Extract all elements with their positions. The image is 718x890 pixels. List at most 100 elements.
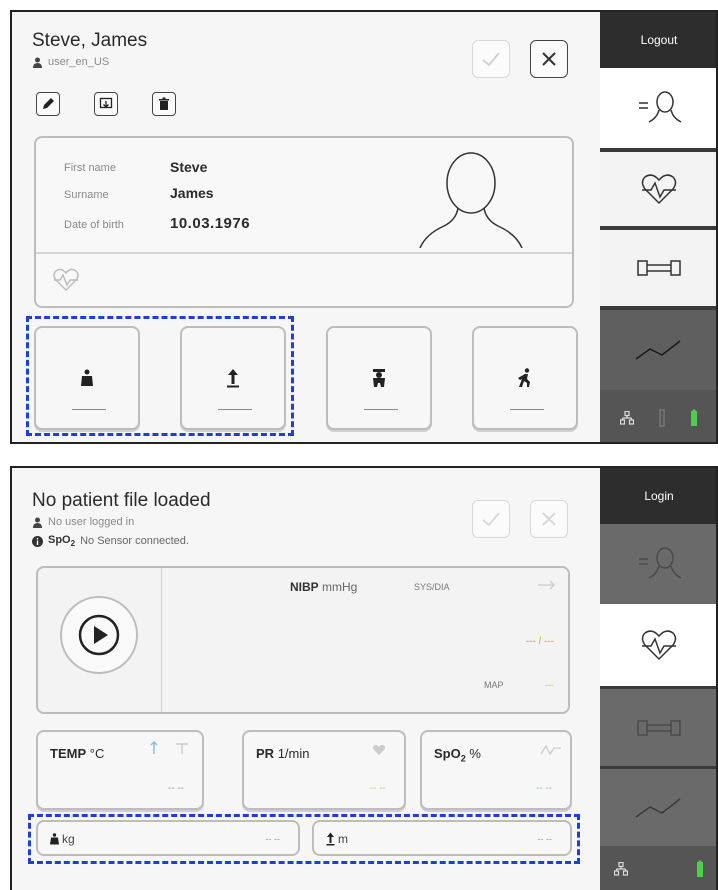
heart-icon: [373, 745, 385, 755]
nibp-start-area: [38, 568, 162, 712]
delete-button[interactable]: [152, 92, 176, 116]
ecg-tab[interactable]: [600, 230, 716, 310]
nibp-start-button[interactable]: [60, 596, 138, 674]
user-icon: [33, 517, 42, 528]
spo2-value: -- --: [535, 783, 552, 794]
patient-status-tile[interactable]: [326, 326, 432, 430]
battery-icon: [691, 409, 697, 426]
patient-list-tab: [600, 524, 716, 604]
spo2-card[interactable]: SpO2 % -- --: [420, 730, 572, 810]
first-name-value: Steve: [170, 159, 208, 175]
download-button[interactable]: [94, 92, 118, 116]
patient-name: Steve, James: [32, 30, 148, 51]
user-status-text: No user logged in: [48, 516, 135, 528]
close-button[interactable]: [530, 40, 568, 78]
sensor-status-line: SpO2 No Sensor connected.: [32, 534, 189, 548]
activity-icon: [518, 368, 530, 387]
check-icon: [482, 512, 500, 527]
card-divider: [36, 252, 572, 254]
temp-card[interactable]: TEMP °C -- --: [36, 730, 204, 810]
trend-tab[interactable]: [600, 310, 716, 390]
nibp-value: --- / ---: [525, 636, 554, 647]
temp-mode-icon: [150, 741, 188, 754]
close-icon: [542, 512, 556, 526]
monitoring-screen: No patient file loaded No user logged in…: [10, 466, 718, 890]
trend-icon: [635, 797, 681, 818]
nibp-settings-icon[interactable]: [534, 578, 558, 592]
thermometer-icon: [659, 409, 665, 427]
status-bar: [600, 390, 716, 442]
close-icon: [542, 52, 556, 66]
sidebar: Logout: [600, 12, 716, 442]
map-value: ---: [545, 680, 554, 690]
network-icon: [614, 862, 628, 876]
temp-value: -- --: [167, 783, 184, 794]
vital-signs-tab[interactable]: [600, 604, 716, 686]
patient-list-icon: [639, 91, 682, 123]
trend-tab: [600, 766, 716, 846]
check-icon: [482, 52, 500, 67]
edit-button[interactable]: [36, 92, 60, 116]
temp-unit: °C: [89, 746, 105, 761]
patient-info-card: First name Steve Surname James Date of b…: [34, 136, 574, 308]
spo2-unit: %: [469, 746, 481, 761]
monitoring-main: No patient file loaded No user logged in…: [12, 468, 600, 890]
surname-value: James: [170, 185, 214, 201]
sensor-status-text: No Sensor connected.: [80, 535, 189, 548]
trash-icon: [159, 97, 169, 110]
activity-value-placeholder: [510, 408, 544, 410]
ecg-icon: [637, 260, 681, 276]
status-bar: [600, 846, 716, 890]
nibp-mode: SYS/DIA: [414, 582, 450, 592]
spo2-prefix: SpO: [48, 534, 71, 546]
pr-unit: 1/min: [277, 746, 310, 761]
temp-label: TEMP °C: [50, 746, 104, 761]
nibp-card: NIBP mmHg SYS/DIA --- / --- MAP ---: [36, 566, 570, 714]
close-button: [530, 500, 568, 538]
sidebar: Login: [600, 468, 716, 890]
patient-detail-main: Steve, James user_en_US First name Steve…: [12, 12, 600, 442]
user-status-line: No user logged in: [32, 516, 134, 528]
status-value-placeholder: [364, 408, 398, 410]
surname-label: Surname: [64, 189, 109, 201]
header-title: No patient file loaded: [32, 490, 211, 511]
battery-icon: [697, 860, 703, 877]
confirm-button[interactable]: [472, 40, 510, 78]
login-button[interactable]: Login: [600, 468, 716, 524]
heart-pulse-icon[interactable]: [52, 268, 80, 292]
network-icon: [620, 411, 634, 425]
patient-list-tab[interactable]: [600, 68, 716, 148]
vital-signs-tab[interactable]: [600, 148, 716, 230]
patient-avatar-icon: [419, 152, 523, 248]
spo2-label: SpO2 %: [434, 746, 481, 764]
user-icon: [33, 57, 42, 68]
user-line: user_en_US: [32, 56, 109, 68]
pr-label: PR 1/min: [256, 746, 309, 761]
info-icon: [32, 535, 43, 547]
first-name-label: First name: [64, 162, 116, 174]
pencil-icon: [43, 98, 54, 109]
pr-card[interactable]: PR 1/min -- --: [242, 730, 406, 810]
vital-signs-icon: [641, 174, 677, 205]
activity-tile[interactable]: [472, 326, 578, 430]
highlight-box-body-fields: [28, 814, 580, 864]
user-id: user_en_US: [48, 56, 110, 68]
nibp-label: NIBP: [290, 580, 319, 594]
download-icon: [99, 97, 113, 109]
spo2-signal-icon: [540, 744, 561, 756]
map-label: MAP: [484, 680, 504, 690]
sensor-status-prefix: SpO2: [48, 534, 75, 548]
ecg-tab: [600, 686, 716, 766]
nibp-title: NIBP mmHg: [290, 580, 357, 594]
spo2-sub: 2: [70, 539, 76, 549]
spo2-name: SpO: [434, 746, 461, 761]
patient-status-icon: [373, 369, 385, 387]
patient-list-icon: [639, 547, 682, 579]
pr-name: PR: [256, 746, 275, 761]
ecg-icon: [637, 719, 681, 736]
trend-icon: [635, 340, 681, 360]
play-icon: [78, 614, 120, 656]
logout-button[interactable]: Logout: [600, 12, 716, 68]
confirm-button: [472, 500, 510, 538]
temp-name: TEMP: [50, 746, 87, 761]
